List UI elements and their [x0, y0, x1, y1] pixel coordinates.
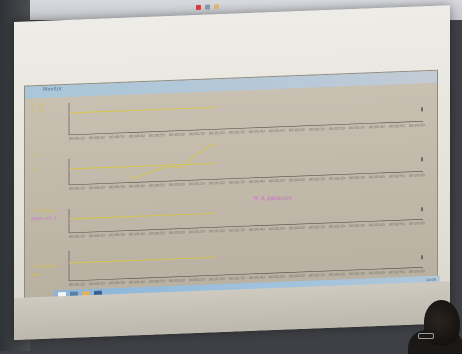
- axis-tick-label: 00:02:20: [329, 224, 345, 229]
- axis-tick-label: 00:01:20: [209, 276, 225, 282]
- trace-3: [69, 212, 215, 220]
- axis-tick-label: 00:01:00: [169, 132, 185, 138]
- right-marker-2: [421, 157, 423, 162]
- axis-tick-label: 00:01:40: [249, 227, 265, 232]
- waveform-plots: [68, 102, 423, 282]
- axis-tick-label: 00:02:40: [369, 124, 385, 130]
- person-head: [424, 300, 460, 346]
- axis-tick-label: 00:02:00: [289, 225, 305, 231]
- axis-tick-label: 00:02:10: [309, 177, 325, 182]
- axis-tick-label: 00:00:20: [89, 135, 105, 141]
- axis-tick-label: 00:01:10: [189, 131, 205, 137]
- axis-tick-label: 00:01:30: [229, 276, 245, 281]
- axis-tick-label: 00:02:00: [289, 273, 305, 279]
- axis-tick-label: 00:00:10: [69, 234, 85, 239]
- axis-tick-label: 00:00:30: [109, 232, 125, 238]
- axis-tick-label: 00:00:40: [129, 183, 145, 189]
- axis-tick-label: 00:01:30: [229, 130, 245, 135]
- axis-tick-label: 00:01:20: [209, 130, 225, 136]
- axis-tick-label: 00:02:10: [309, 225, 325, 230]
- axis-tick-label: 00:02:50: [389, 123, 405, 129]
- axis-tick-label: 00:01:30: [229, 228, 245, 233]
- axis-tick-label: 00:00:30: [109, 280, 125, 286]
- axis-tick-label: 00:02:40: [369, 222, 385, 228]
- axis-tick-label: 00:01:40: [249, 275, 265, 280]
- axis-tick-label: 00:01:50: [269, 178, 285, 184]
- axis-tick-label: 00:01:10: [189, 181, 205, 187]
- axis-tick-label: 00:02:50: [389, 269, 405, 275]
- axis-tick-label: 00:00:50: [149, 183, 165, 188]
- glasses: [418, 333, 434, 339]
- axis-tick-label: 00:01:10: [189, 229, 205, 235]
- app-window: Monitor G: 100 B: 100 G: 1 Pl: 1 Pl: Pre…: [24, 69, 438, 302]
- axis-tick-label: 00:01:40: [249, 129, 265, 134]
- axis-tick-label: 00:00:40: [129, 133, 145, 139]
- axis-tick-label: 00:00:50: [149, 133, 165, 138]
- right-marker-4: [421, 255, 423, 260]
- axis-tick-label: 00:02:00: [289, 127, 305, 133]
- axis-tick-label: 00:02:20: [329, 272, 345, 277]
- axis-tick-label: 00:02:10: [309, 273, 325, 278]
- axis-tick-label: 00:01:00: [169, 182, 185, 188]
- axis-tick-label: 00:02:40: [369, 174, 385, 180]
- axis-tick-label: 00:00:10: [69, 136, 85, 141]
- axis-tick-label: 00:02:30: [349, 271, 365, 277]
- trace-4: [69, 256, 215, 264]
- axis-tick-label: 00:01:10: [189, 277, 205, 283]
- axis-tick-label: 00:01:20: [209, 228, 225, 234]
- axis-tick-label: 00:00:10: [69, 186, 85, 191]
- axis-tick-label: 00:01:30: [229, 180, 245, 185]
- axis-tick-label: 00:00:40: [129, 231, 145, 237]
- axis-tick-label: 00:01:00: [169, 278, 185, 284]
- axis-tick-label: 00:02:30: [349, 223, 365, 229]
- trace-2b: [128, 144, 215, 180]
- axis-tick-label: 00:02:30: [349, 175, 365, 181]
- applause-watermark: Tr A pplause: [253, 194, 293, 203]
- trace-2a: [69, 162, 215, 170]
- axis-tick-label: 00:00:30: [109, 184, 125, 190]
- axis-tick-label: 00:00:10: [69, 282, 85, 287]
- axis-tick-label: 00:00:20: [89, 281, 105, 287]
- axis-tick-label: 00:03:00: [409, 123, 425, 128]
- axis-tick-label: 00:02:00: [289, 177, 305, 183]
- axis-tick-label: 00:02:10: [309, 127, 325, 132]
- axis-tick-label: 00:02:50: [389, 221, 405, 227]
- axis-tick-label: 00:01:50: [269, 226, 285, 232]
- projection-screen: Monitor G: 100 B: 100 G: 1 Pl: 1 Pl: Pre…: [14, 4, 450, 340]
- axis-tick-label: 00:00:30: [109, 134, 125, 140]
- axis-tick-label: 00:00:50: [149, 279, 165, 284]
- axis-tick-label: 00:00:40: [129, 279, 145, 285]
- axis-tick-label: 00:02:40: [369, 270, 385, 276]
- axis-tick-label: 00:00:20: [89, 185, 105, 191]
- axis-tick-label: 00:03:00: [409, 221, 425, 226]
- axis-tick-label: 00:03:00: [409, 269, 425, 274]
- axis-tick-label: 00:01:20: [209, 180, 225, 186]
- axis-tick-label: 00:01:40: [249, 179, 265, 184]
- axis-tick-label: 00:02:30: [349, 125, 365, 131]
- axis-tick-label: 00:01:50: [269, 274, 285, 280]
- axis-tick-label: 00:01:00: [169, 230, 185, 236]
- axis-tick-label: 00:03:00: [409, 173, 425, 178]
- axis-tick-label: 00:01:50: [269, 128, 285, 134]
- axis-tick-label: 00:00:50: [149, 231, 165, 236]
- right-marker-1: [421, 107, 423, 112]
- axis-tick-label: 00:02:50: [389, 173, 405, 179]
- axis-tick-label: 00:00:20: [89, 233, 105, 239]
- axis-tick-label: 00:02:20: [329, 176, 345, 181]
- right-marker-3: [421, 207, 423, 212]
- axis-tick-label: 00:02:20: [329, 126, 345, 131]
- trace-1: [69, 106, 215, 114]
